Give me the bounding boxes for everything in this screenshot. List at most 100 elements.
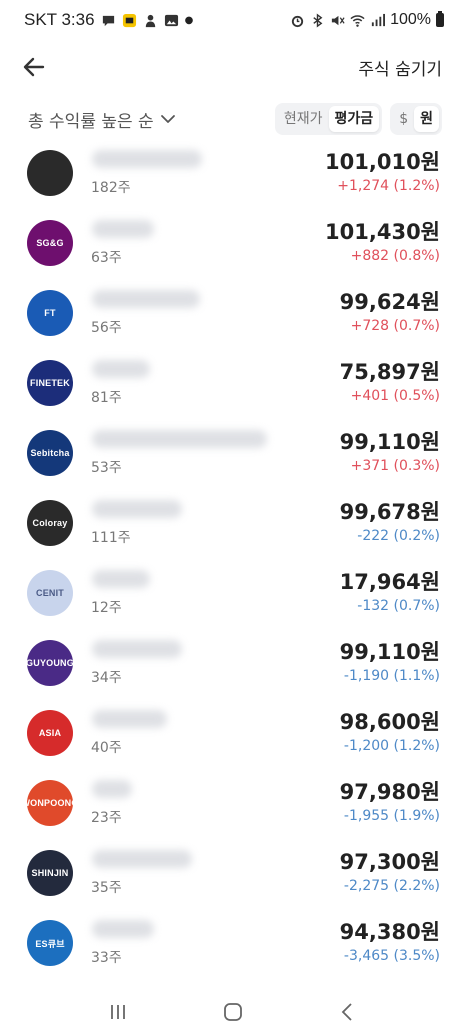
share-count: 12주 (91, 600, 122, 616)
app-badge-icon (122, 13, 136, 27)
blurred-stock-name (92, 290, 200, 308)
company-logo: ES큐브 (27, 920, 73, 966)
status-time: SKT 3:36 (24, 10, 95, 29)
valuation-amount: 17,964원 (339, 570, 440, 594)
valuation-amount: 101,430원 (325, 220, 440, 244)
recent-apps-icon (110, 1005, 125, 1019)
control-bar: 총 수익률 높은 순 현재가 평가금 $ 원 (0, 100, 466, 138)
wifi-icon (350, 14, 365, 27)
stock-row[interactable]: WONPOONG 23주 97,980원 -1,955 (1.9%) (0, 770, 466, 840)
more-notifications-icon: ● (184, 14, 194, 26)
stock-row[interactable]: SHINJIN 35주 97,300원 -2,275 (2.2%) (0, 840, 466, 910)
company-logo: WONPOONG (27, 780, 73, 826)
hide-stocks-button[interactable]: 주식 숨기기 (358, 55, 442, 80)
bluetooth-icon (313, 12, 323, 28)
share-count: 182주 (91, 180, 131, 196)
stock-row[interactable]: ASIA 40주 98,600원 -1,200 (1.2%) (0, 700, 466, 770)
back-nav-icon (342, 1003, 352, 1021)
profit-change: -1,190 (1.1%) (343, 668, 440, 684)
company-logo: ASIA (27, 710, 73, 756)
profit-change: -132 (0.7%) (357, 598, 440, 614)
system-back-button[interactable] (328, 992, 368, 1032)
valuation-amount: 99,110원 (339, 640, 440, 664)
company-logo: Sebitcha (27, 430, 73, 476)
battery-icon (436, 11, 444, 27)
status-bar: SKT 3:36 ● 100% (0, 0, 466, 40)
share-count: 56주 (91, 320, 122, 336)
share-count: 81주 (91, 390, 122, 406)
company-logo-text: SHINJIN (31, 868, 69, 878)
profit-change: -2,275 (2.2%) (343, 878, 440, 894)
profit-change: +728 (0.7%) (350, 318, 440, 334)
company-logo-text: WONPOONG (27, 798, 73, 808)
blurred-stock-name (92, 920, 154, 938)
toggle-krw[interactable]: 원 (414, 106, 439, 132)
app-header: 주식 숨기기 (0, 40, 466, 94)
company-logo-text: FINETEK (30, 378, 70, 388)
home-button[interactable] (213, 992, 253, 1032)
stock-row[interactable]: FT 56주 99,624원 +728 (0.7%) (0, 280, 466, 350)
recent-apps-button[interactable] (98, 992, 138, 1032)
company-logo-text: ASIA (38, 728, 62, 738)
company-logo-text: Coloray (32, 518, 68, 528)
back-button[interactable] (20, 53, 48, 81)
company-logo: CENIT (27, 570, 73, 616)
share-count: 33주 (91, 950, 122, 966)
stock-row[interactable]: FINETEK 81주 75,897원 +401 (0.5%) (0, 350, 466, 420)
stock-row[interactable]: Sebitcha 53주 99,110원 +371 (0.3%) (0, 420, 466, 490)
blurred-stock-name (92, 430, 267, 448)
image-icon (164, 14, 178, 26)
share-count: 53주 (91, 460, 122, 476)
chat-icon (102, 15, 114, 26)
profit-change: +882 (0.8%) (350, 248, 440, 264)
company-logo (27, 150, 73, 196)
valuation-amount: 101,010원 (325, 150, 440, 174)
toggle-valuation[interactable]: 평가금 (328, 106, 380, 132)
profit-change: +371 (0.3%) (350, 458, 440, 474)
system-nav-bar (0, 988, 466, 1036)
share-count: 111주 (91, 530, 131, 546)
stock-row[interactable]: CENIT 12주 17,964원 -132 (0.7%) (0, 560, 466, 630)
company-logo: FT (27, 290, 73, 336)
company-logo-text: CENIT (36, 588, 64, 598)
valuation-amount: 97,980원 (339, 780, 440, 804)
valuation-amount: 99,624원 (339, 290, 440, 314)
toggle-usd[interactable]: $ (393, 106, 414, 132)
blurred-stock-name (92, 150, 202, 168)
blurred-stock-name (92, 710, 167, 728)
chevron-down-icon (160, 115, 175, 123)
share-count: 63주 (91, 250, 122, 266)
company-logo-text: GUYOUNG (27, 658, 73, 668)
company-logo: GUYOUNG (27, 640, 73, 686)
currency-toggle: $ 원 (390, 103, 442, 135)
valuation-amount: 75,897원 (339, 360, 440, 384)
valuation-amount: 98,600원 (339, 710, 440, 734)
company-logo-text: ES큐브 (35, 938, 65, 949)
company-logo: SG&G (27, 220, 73, 266)
toggle-group: 현재가 평가금 $ 원 (274, 103, 442, 135)
valuation-amount: 99,110원 (339, 430, 440, 454)
arrow-left-icon (23, 57, 45, 77)
profit-change: -222 (0.2%) (357, 528, 440, 544)
profit-change: -1,955 (1.9%) (343, 808, 440, 824)
stock-row[interactable]: 182주 101,010원 +1,274 (1.2%) (0, 140, 466, 210)
sort-label: 총 수익률 높은 순 (28, 111, 154, 132)
blurred-stock-name (92, 360, 150, 378)
stock-row[interactable]: SG&G 63주 101,430원 +882 (0.8%) (0, 210, 466, 280)
blurred-stock-name (92, 500, 182, 518)
company-logo-text: Sebitcha (30, 448, 70, 458)
valuation-amount: 99,678원 (339, 500, 440, 524)
stock-row[interactable]: Coloray 111주 99,678원 -222 (0.2%) (0, 490, 466, 560)
toggle-current-price[interactable]: 현재가 (278, 106, 329, 132)
share-count: 35주 (91, 880, 122, 896)
price-type-toggle: 현재가 평가금 (274, 103, 383, 135)
profit-change: -1,200 (1.2%) (343, 738, 440, 754)
person-icon (145, 14, 155, 27)
home-icon (224, 1003, 242, 1021)
stock-row[interactable]: ES큐브 33주 94,380원 -3,465 (3.5%) (0, 910, 466, 980)
company-logo: FINETEK (27, 360, 73, 406)
company-logo-text: FT (44, 308, 56, 318)
stock-row[interactable]: GUYOUNG 34주 99,110원 -1,190 (1.1%) (0, 630, 466, 700)
company-logo: Coloray (27, 500, 73, 546)
sort-dropdown[interactable]: 총 수익률 높은 순 (28, 107, 176, 132)
